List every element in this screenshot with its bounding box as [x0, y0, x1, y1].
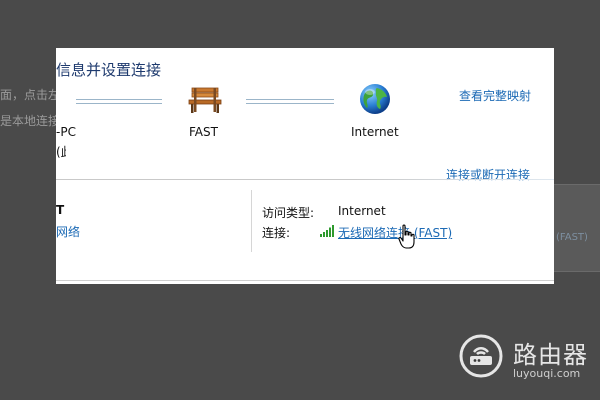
network-sharing-panel: 信息并设置连接 查看完整映射 -PC (此计算机) FAST Internet … — [56, 48, 554, 284]
page-title: 信息并设置连接 — [56, 61, 162, 79]
globe-icon — [360, 84, 390, 114]
background-link: (FAST) — [556, 232, 588, 243]
router-logo-icon — [459, 334, 503, 378]
access-type-value: Internet — [338, 204, 386, 218]
access-type-label: 访问类型: — [262, 206, 315, 220]
wireless-connection-link[interactable]: 无线网络连接 (FAST) — [338, 224, 452, 241]
watermark-brand: 路由器 — [513, 341, 588, 369]
node-internet-label: Internet — [351, 125, 399, 139]
watermark-domain: luyouqi.com — [513, 367, 581, 380]
node-router-label: FAST — [189, 125, 218, 139]
active-network-name: T — [56, 203, 65, 217]
column-divider — [251, 190, 252, 252]
view-full-map-link[interactable]: 查看完整映射 — [459, 87, 531, 104]
background-text-line: 面，点击左 — [0, 88, 56, 102]
background-text-line: 是本地连接 — [0, 114, 56, 128]
network-connector-line — [246, 99, 334, 104]
bench-icon — [188, 87, 222, 113]
hand-cursor-icon — [398, 224, 415, 249]
background-panel — [553, 184, 600, 272]
node-computer-sublabel: (此计算机) — [56, 145, 66, 159]
node-computer-label: -PC — [56, 125, 76, 139]
signal-bars-icon — [320, 225, 334, 237]
connect-disconnect-link[interactable]: 连接或断开连接 — [446, 166, 530, 183]
network-connector-line — [76, 99, 162, 104]
connection-label: 连接: — [262, 226, 291, 240]
network-type-link[interactable]: 网络 — [56, 223, 80, 240]
section-divider — [56, 179, 554, 180]
bottom-divider — [56, 280, 554, 281]
